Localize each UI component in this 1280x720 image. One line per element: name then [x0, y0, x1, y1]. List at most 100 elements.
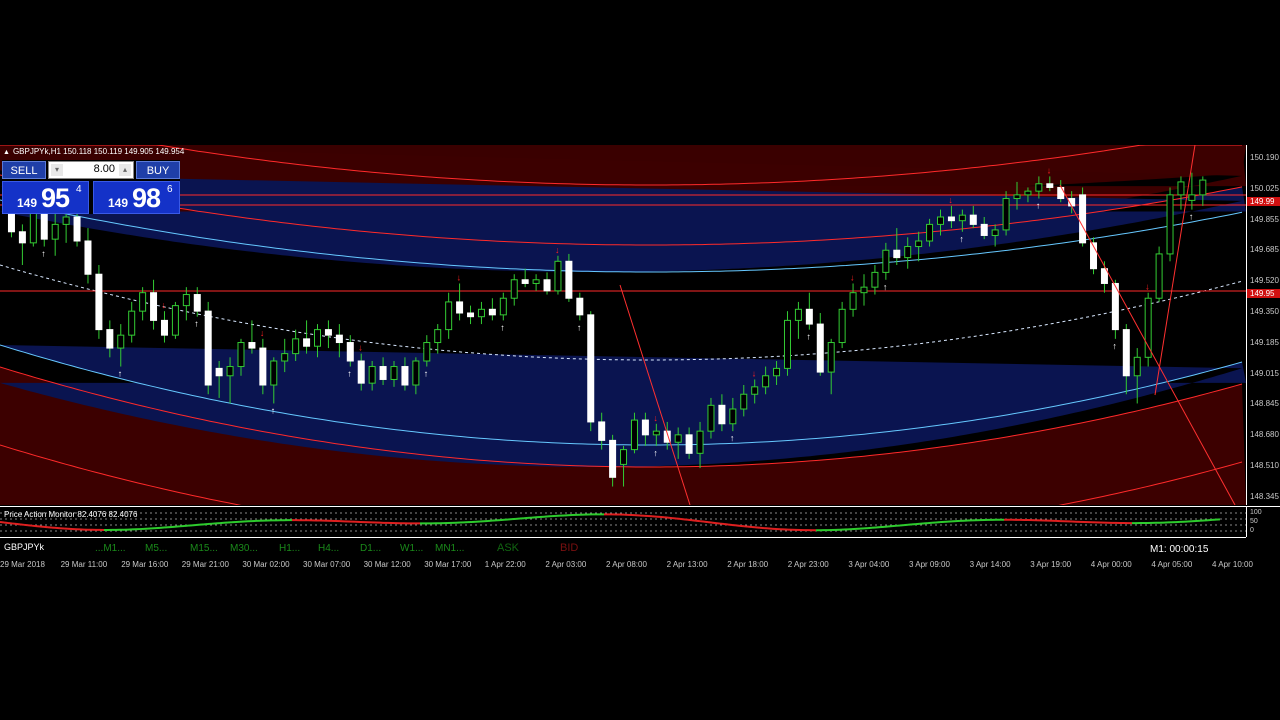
- bullish-candle: [1133, 356, 1141, 377]
- lot-size-value[interactable]: 8.00: [67, 163, 115, 175]
- bullish-candle: [51, 223, 59, 240]
- time-tick: 29 Mar 21:00: [181, 560, 229, 569]
- bearish-candle: [324, 329, 332, 336]
- symbol-label: GBPJPYk: [4, 542, 45, 552]
- timeframe-label: M1: [103, 543, 118, 554]
- bullish-candle: [1177, 181, 1185, 196]
- bullish-candle: [696, 430, 704, 454]
- chevron-down-icon[interactable]: ▾: [51, 164, 63, 176]
- indicator-tick: 50: [1250, 518, 1258, 525]
- price-tick: 149.685: [1250, 245, 1279, 255]
- main-chart[interactable]: ↑↓↑↓↑↓↑↑↓↑↓↑↓↑↑↓↑↓↑↓↑↓↑↑↓↑↓↑: [0, 145, 1246, 505]
- timeframe-label: MN1: [435, 543, 457, 554]
- bullish-candle: [434, 329, 442, 344]
- bearish-candle: [893, 249, 901, 259]
- bearish-candle: [947, 216, 955, 222]
- time-tick: 3 Apr 19:00: [1030, 560, 1072, 569]
- down-arrow-icon: ↓: [948, 195, 953, 205]
- indicator-canvas: [0, 512, 1246, 532]
- time-tick: 4 Apr 10:00: [1212, 560, 1253, 569]
- bullish-candle: [423, 342, 431, 362]
- price-tick: 148.680: [1250, 430, 1279, 440]
- bullish-candle: [1155, 253, 1163, 299]
- ask-price-box[interactable]: 149 98 6: [93, 181, 180, 214]
- down-arrow-icon: ↓: [1145, 282, 1150, 292]
- bullish-candle: [171, 305, 179, 336]
- indicator-tick: 100: [1250, 509, 1262, 516]
- timeframe-h1[interactable]: H1...: [279, 543, 300, 554]
- timeframe-m5[interactable]: M5...: [145, 543, 167, 554]
- timeframe-mn1[interactable]: MN1...: [435, 543, 464, 554]
- price-tick: 149.520: [1250, 276, 1279, 286]
- down-arrow-icon: ↓: [850, 272, 855, 282]
- bullish-candle: [477, 308, 485, 318]
- up-arrow-icon: ↑: [500, 322, 505, 332]
- price-chart-canvas[interactable]: ↑↓↑↓↑↓↑↑↓↑↓↑↓↑↑↓↑↓↑↓↑↓↑↑↓↑↓↑: [0, 145, 1246, 505]
- bearish-candle: [303, 338, 311, 347]
- time-axis[interactable]: 29 Mar 2018 29 Mar 11:00 29 Mar 16:00 29 Ma…: [0, 557, 1280, 573]
- time-tick: 2 Apr 23:00: [787, 560, 829, 569]
- bullish-candle: [62, 216, 70, 225]
- timeframe-w1[interactable]: W1...: [400, 543, 423, 554]
- bearish-candle: [84, 240, 92, 275]
- bid-price-fraction: 4: [76, 184, 82, 195]
- lot-size-input[interactable]: ▾ 8.00 ▴: [48, 161, 134, 179]
- bearish-candle: [598, 421, 606, 441]
- up-arrow-icon: ↑: [730, 433, 735, 443]
- time-tick: 30 Mar 02:00: [242, 560, 290, 569]
- bullish-candle: [794, 308, 802, 321]
- bullish-candle: [860, 286, 868, 294]
- timeframe-m1[interactable]: ...M1...: [95, 543, 126, 554]
- bearish-candle: [685, 434, 693, 454]
- bearish-candle: [587, 314, 595, 423]
- timeframe-m30[interactable]: M30...: [230, 543, 258, 554]
- sell-button[interactable]: SELL: [2, 161, 46, 179]
- bullish-candle: [783, 319, 791, 369]
- bullish-candle: [620, 449, 628, 465]
- bullish-candle: [762, 375, 770, 388]
- bullish-candle: [270, 360, 278, 386]
- price-level-tag: 149.95: [1247, 289, 1280, 298]
- timeframe-m15[interactable]: M15...: [190, 543, 218, 554]
- bullish-candle: [237, 342, 245, 368]
- timeframe-d1[interactable]: D1...: [360, 543, 381, 554]
- down-arrow-icon: ↓: [161, 300, 166, 310]
- bullish-candle: [773, 367, 781, 377]
- bearish-candle: [248, 342, 256, 349]
- bearish-candle: [543, 279, 551, 292]
- bearish-candle: [969, 214, 977, 225]
- bearish-candle: [150, 292, 158, 321]
- bearish-candle: [1057, 186, 1065, 200]
- up-arrow-icon: ↑: [1112, 341, 1117, 351]
- chevron-up-icon[interactable]: ▴: [119, 164, 131, 176]
- ask-price-prefix: 149: [108, 196, 129, 210]
- up-arrow-icon: ↑: [959, 234, 964, 244]
- buy-button[interactable]: BUY: [136, 161, 180, 179]
- indicator-tick: 0: [1250, 527, 1254, 534]
- indicator-title: Price Action Monitor 82.4076 82.4076: [4, 510, 138, 519]
- time-tick: 30 Mar 12:00: [363, 560, 411, 569]
- triangle-up-icon: ▲: [3, 149, 10, 156]
- timeframe-label: W1: [400, 543, 415, 554]
- bearish-candle: [379, 366, 387, 380]
- bid-price-prefix: 149: [17, 196, 38, 210]
- bullish-candle: [139, 292, 147, 312]
- bullish-candle: [652, 430, 660, 436]
- price-axis[interactable]: 150.190 150.025 149.855 149.685 149.520 149.3…: [1246, 145, 1280, 505]
- timeframe-h4[interactable]: H4...: [318, 543, 339, 554]
- bullish-candle: [532, 279, 540, 284]
- bullish-candle: [390, 366, 398, 380]
- time-tick: 4 Apr 05:00: [1151, 560, 1193, 569]
- down-arrow-icon: ↓: [555, 245, 560, 255]
- bullish-candle: [674, 434, 682, 443]
- bearish-candle: [805, 308, 813, 325]
- bid-price-box[interactable]: 149 95 4: [2, 181, 89, 214]
- timeframe-label: M5: [145, 543, 159, 554]
- price-tick: 148.510: [1250, 461, 1279, 470]
- bullish-candle: [1024, 190, 1032, 196]
- chart-title-text: GBPJPYk,H1 150.118 150.119 149.905 149.9…: [12, 147, 185, 156]
- bearish-candle: [40, 212, 48, 240]
- indicator-panel[interactable]: [0, 506, 1246, 537]
- bearish-candle: [456, 301, 464, 314]
- bullish-candle: [226, 366, 234, 377]
